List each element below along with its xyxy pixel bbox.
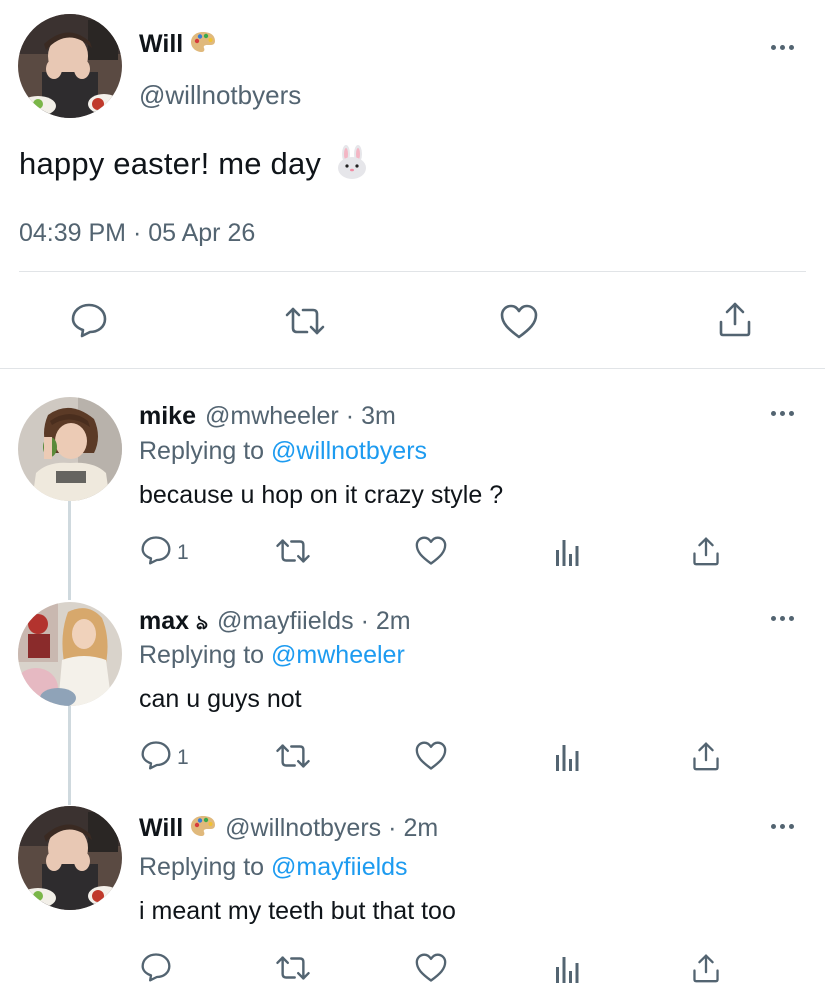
reply-header: Will @willnotbyers · 2m bbox=[139, 814, 438, 844]
author-name[interactable]: mike bbox=[139, 402, 196, 431]
separator-dot: · bbox=[388, 814, 397, 842]
like-icon[interactable] bbox=[414, 536, 448, 571]
tweet-timestamp[interactable]: 04:39 PM · 05 Apr 26 bbox=[19, 219, 255, 248]
share-icon[interactable] bbox=[692, 952, 720, 989]
palette-icon bbox=[190, 815, 216, 844]
reply-text: i meant my teeth but that too bbox=[139, 897, 456, 925]
author-handle[interactable]: @mwheeler bbox=[205, 402, 339, 431]
avatar[interactable] bbox=[18, 806, 122, 910]
replying-to: Replying to @mwheeler bbox=[139, 641, 405, 669]
like-icon[interactable] bbox=[414, 953, 448, 988]
share-icon[interactable] bbox=[718, 300, 752, 343]
reply-count: 1 bbox=[177, 746, 189, 769]
reply-header: mike @mwheeler · 3m bbox=[139, 402, 396, 431]
analytics-icon[interactable] bbox=[555, 955, 581, 988]
share-icon[interactable] bbox=[692, 740, 720, 777]
more-options-icon[interactable] bbox=[771, 824, 794, 829]
name-symbol: ঌ bbox=[196, 612, 209, 634]
retweet-icon[interactable] bbox=[283, 306, 327, 341]
reply-icon[interactable] bbox=[140, 535, 172, 570]
divider bbox=[0, 368, 825, 369]
share-icon[interactable] bbox=[692, 535, 720, 572]
author-name[interactable]: max ঌ bbox=[139, 607, 208, 641]
reply-header: max ঌ @mayfiields · 2m bbox=[139, 607, 411, 641]
mention-link[interactable]: @mwheeler bbox=[271, 641, 405, 669]
replying-to: Replying to @mayfiields bbox=[139, 853, 408, 881]
retweet-icon[interactable] bbox=[274, 538, 312, 569]
avatar[interactable] bbox=[18, 14, 122, 118]
more-options-icon[interactable] bbox=[771, 45, 794, 50]
reply-time[interactable]: 2m bbox=[403, 814, 438, 843]
reply-text: can u guys not bbox=[139, 685, 302, 713]
retweet-icon[interactable] bbox=[274, 743, 312, 774]
divider bbox=[19, 271, 806, 272]
avatar[interactable] bbox=[18, 397, 122, 501]
separator-dot: · bbox=[345, 402, 355, 430]
analytics-icon[interactable] bbox=[555, 538, 581, 571]
separator-dot: · bbox=[360, 607, 369, 635]
reply-count: 1 bbox=[177, 541, 189, 564]
palette-icon bbox=[190, 31, 216, 60]
reply-icon[interactable] bbox=[70, 302, 108, 343]
more-options-icon[interactable] bbox=[771, 411, 794, 416]
like-icon[interactable] bbox=[499, 304, 539, 345]
thread-line bbox=[68, 705, 71, 805]
thread-line bbox=[68, 500, 71, 600]
replying-to: Replying to @willnotbyers bbox=[139, 437, 428, 465]
mention-link[interactable]: @mayfiields bbox=[271, 853, 408, 881]
mention-link[interactable]: @willnotbyers bbox=[271, 437, 427, 465]
reply-icon[interactable] bbox=[140, 952, 172, 987]
like-icon[interactable] bbox=[414, 741, 448, 776]
retweet-icon[interactable] bbox=[274, 955, 312, 986]
reply-time[interactable]: 3m bbox=[361, 402, 396, 431]
more-options-icon[interactable] bbox=[771, 616, 794, 621]
author-handle[interactable]: @willnotbyers bbox=[225, 814, 381, 843]
reply-icon[interactable] bbox=[140, 740, 172, 775]
author-handle[interactable]: @willnotbyers bbox=[139, 80, 301, 111]
reply-text: because u hop on it crazy style ? bbox=[139, 481, 504, 509]
analytics-icon[interactable] bbox=[555, 743, 581, 776]
author-name[interactable]: Will bbox=[139, 814, 216, 844]
rabbit-face-icon bbox=[336, 145, 368, 187]
avatar[interactable] bbox=[18, 602, 122, 706]
author-name[interactable]: Will bbox=[139, 30, 216, 60]
tweet-text: happy easter! me day bbox=[19, 145, 368, 187]
author-handle[interactable]: @mayfiields bbox=[217, 607, 354, 636]
reply-time[interactable]: 2m bbox=[376, 607, 411, 636]
